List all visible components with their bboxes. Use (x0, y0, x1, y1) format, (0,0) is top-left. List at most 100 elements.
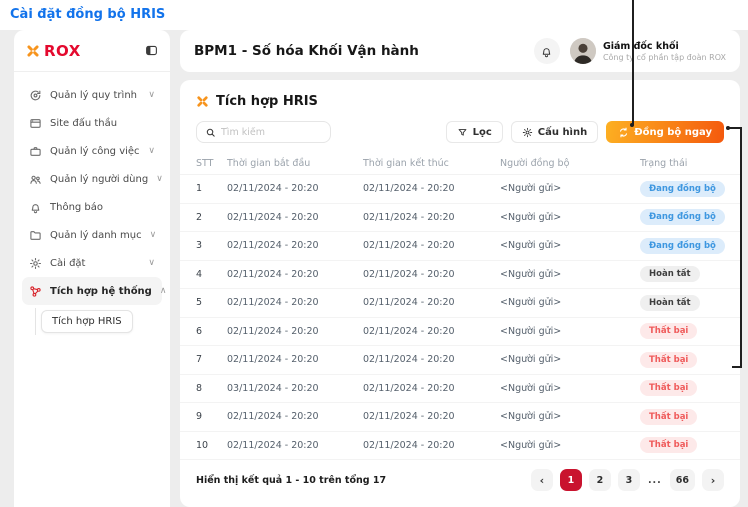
row-end-time: 02/11/2024 - 20:20 (363, 212, 500, 223)
filter-icon (457, 127, 468, 138)
sidebar-item-label: Quản lý danh mục (50, 230, 142, 241)
hris-section-mark-icon (196, 95, 209, 108)
row-index: 1 (196, 183, 227, 194)
table-row[interactable]: 6 02/11/2024 - 20:20 02/11/2024 - 20:20 … (180, 318, 740, 347)
sidebar-item[interactable]: Tích hợp hệ thống ∧ (22, 277, 162, 305)
table-row[interactable]: 5 02/11/2024 - 20:20 02/11/2024 - 20:20 … (180, 289, 740, 318)
table-row[interactable]: 3 02/11/2024 - 20:20 02/11/2024 - 20:20 … (180, 232, 740, 261)
pagination-button[interactable]: ‹ (531, 469, 553, 491)
status-badge: Thất bại (640, 323, 697, 339)
table-row[interactable]: 8 03/11/2024 - 20:20 02/11/2024 - 20:20 … (180, 375, 740, 404)
row-sync-user: <Người gửi> (500, 240, 640, 251)
work-icon (29, 145, 42, 158)
sync-icon (618, 127, 629, 138)
sidebar-item[interactable]: Cài đặt ∨ (22, 249, 162, 277)
controls-row: Lọc Cấu hình Đồng bộ ngay (180, 109, 740, 153)
sidebar-item[interactable]: Quản lý danh mục ∨ (22, 221, 162, 249)
header-title: BPM1 - Số hóa Khối Vận hành (194, 43, 534, 59)
user-name: Giám đốc khối (603, 41, 726, 52)
row-end-time: 02/11/2024 - 20:20 (363, 411, 500, 422)
row-start-time: 02/11/2024 - 20:20 (227, 269, 363, 280)
pagination-button[interactable]: 1 (560, 469, 582, 491)
sidebar-item[interactable]: Thông báo (22, 193, 162, 221)
col-header-end: Thời gian kết thúc (363, 158, 500, 169)
sidebar-item[interactable]: Quản lý người dùng ∨ (22, 165, 162, 193)
status-badge: Thất bại (640, 380, 697, 396)
row-start-time: 02/11/2024 - 20:20 (227, 212, 363, 223)
sidebar-subitem-hris[interactable]: Tích hợp HRIS (41, 310, 133, 333)
sidebar-collapse-icon[interactable] (145, 44, 158, 57)
pagination-button[interactable]: 66 (670, 469, 695, 491)
folder-icon (29, 229, 42, 242)
row-start-time: 02/11/2024 - 20:20 (227, 354, 363, 365)
row-start-time: 02/11/2024 - 20:20 (227, 440, 363, 451)
pagination-button[interactable]: 2 (589, 469, 611, 491)
gear-icon (29, 257, 42, 270)
row-start-time: 02/11/2024 - 20:20 (227, 326, 363, 337)
row-index: 5 (196, 297, 227, 308)
row-start-time: 02/11/2024 - 20:20 (227, 411, 363, 422)
config-button[interactable]: Cấu hình (511, 121, 598, 143)
table-row[interactable]: 4 02/11/2024 - 20:20 02/11/2024 - 20:20 … (180, 261, 740, 290)
section-head: Tích hợp HRIS (180, 80, 740, 109)
table-row[interactable]: 10 02/11/2024 - 20:20 02/11/2024 - 20:20… (180, 432, 740, 461)
row-end-time: 02/11/2024 - 20:20 (363, 240, 500, 251)
page-title[interactable]: Cài đặt đồng bộ HRIS (10, 7, 165, 22)
row-index: 3 (196, 240, 227, 251)
search-icon (205, 127, 216, 138)
table-row[interactable]: 9 02/11/2024 - 20:20 02/11/2024 - 20:20 … (180, 403, 740, 432)
row-end-time: 02/11/2024 - 20:20 (363, 354, 500, 365)
sidebar-submenu: Tích hợp HRIS (14, 310, 170, 333)
sidebar-item-label: Quản lý quy trình (50, 90, 140, 101)
row-sync-user: <Người gửi> (500, 269, 640, 280)
row-index: 7 (196, 354, 227, 365)
row-sync-user: <Người gửi> (500, 297, 640, 308)
sidebar-item-label: Thông báo (50, 202, 147, 213)
sidebar-logo-row: ROX (14, 30, 170, 72)
sidebar-item[interactable]: Quản lý công việc ∨ (22, 137, 162, 165)
site-icon (29, 117, 42, 130)
status-badge: Thất bại (640, 409, 697, 425)
rox-logo-text: ROX (44, 42, 81, 60)
status-badge: Đang đồng bộ (640, 181, 725, 197)
table-body: 1 02/11/2024 - 20:20 02/11/2024 - 20:20 … (180, 175, 740, 460)
row-sync-user: <Người gửi> (500, 183, 640, 194)
row-sync-user: <Người gửi> (500, 383, 640, 394)
row-sync-user: <Người gửi> (500, 411, 640, 422)
table-row[interactable]: 2 02/11/2024 - 20:20 02/11/2024 - 20:20 … (180, 204, 740, 233)
row-end-time: 02/11/2024 - 20:20 (363, 183, 500, 194)
table-row[interactable]: 7 02/11/2024 - 20:20 02/11/2024 - 20:20 … (180, 346, 740, 375)
sidebar-item-label: Tích hợp hệ thống (50, 286, 152, 297)
search-box (196, 121, 331, 143)
sidebar-item[interactable]: Quản lý quy trình ∨ (22, 81, 162, 109)
search-input[interactable] (221, 127, 322, 138)
table-row[interactable]: 1 02/11/2024 - 20:20 02/11/2024 - 20:20 … (180, 175, 740, 204)
section-title: Tích hợp HRIS (216, 94, 318, 109)
chevron-icon: ∧ (160, 286, 167, 296)
chevron-icon: ∨ (156, 174, 163, 184)
rox-logo: ROX (26, 42, 81, 60)
status-badge: Đang đồng bộ (640, 209, 725, 225)
row-end-time: 02/11/2024 - 20:20 (363, 383, 500, 394)
rox-logo-mark-icon (26, 44, 40, 58)
filter-button[interactable]: Lọc (446, 121, 503, 143)
row-end-time: 02/11/2024 - 20:20 (363, 326, 500, 337)
sync-now-button[interactable]: Đồng bộ ngay (606, 121, 724, 143)
row-index: 10 (196, 440, 227, 451)
chevron-icon: ∨ (148, 146, 155, 156)
row-end-time: 02/11/2024 - 20:20 (363, 297, 500, 308)
pagination-button[interactable]: › (702, 469, 724, 491)
user-menu[interactable]: Giám đốc khối Công ty cổ phần tập đoàn R… (570, 38, 726, 64)
pagination-button[interactable]: 3 (618, 469, 640, 491)
sidebar-item[interactable]: Site đấu thầu (22, 109, 162, 137)
sidebar-item-label: Cài đặt (50, 258, 140, 269)
filter-button-label: Lọc (473, 127, 492, 138)
row-index: 2 (196, 212, 227, 223)
status-badge: Thất bại (640, 437, 697, 453)
row-index: 8 (196, 383, 227, 394)
col-header-start: Thời gian bắt đầu (227, 158, 363, 169)
col-header-status: Trạng thái (640, 158, 724, 169)
pagination-button[interactable]: ... (647, 469, 663, 491)
row-start-time: 02/11/2024 - 20:20 (227, 240, 363, 251)
notification-bell-icon[interactable] (534, 38, 560, 64)
